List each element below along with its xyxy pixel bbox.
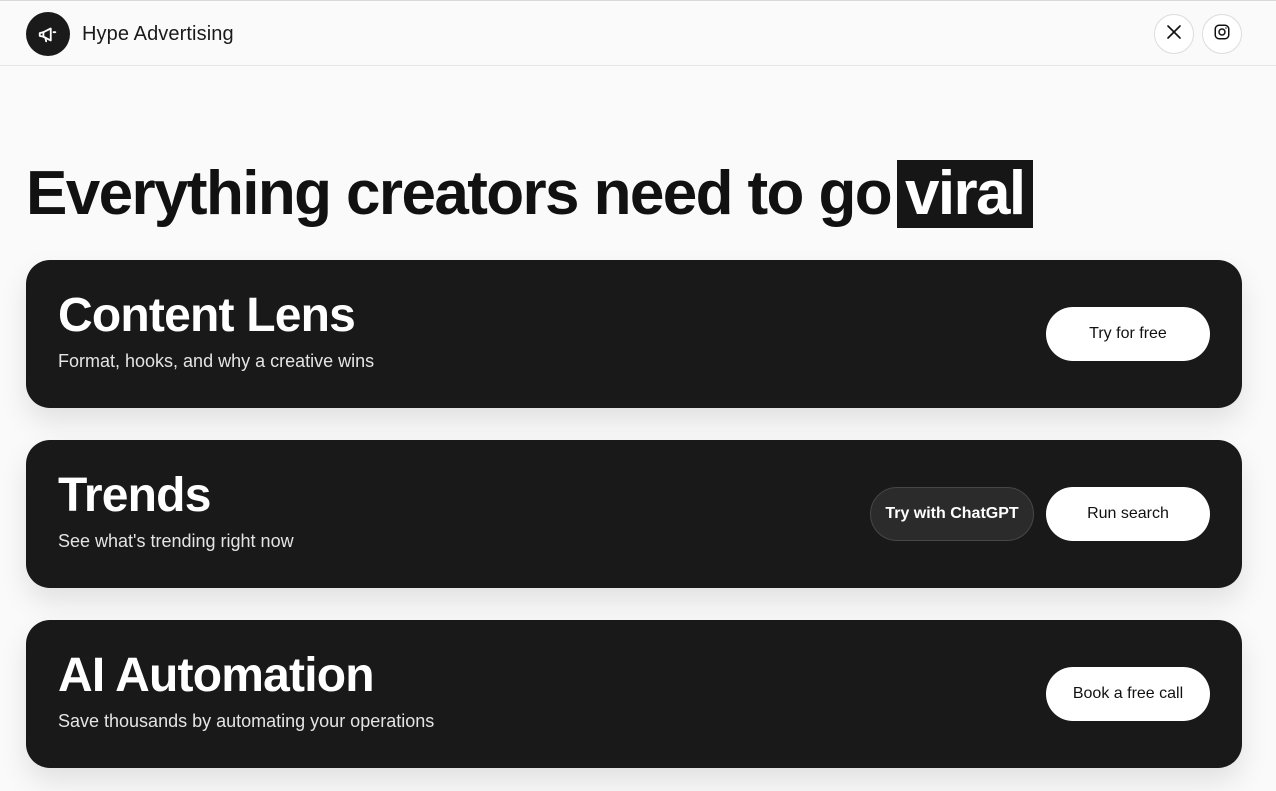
- hero-headline: Everything creators need to go viral: [26, 158, 1033, 230]
- run-search-button[interactable]: Run search: [1046, 487, 1210, 541]
- card-title: AI Automation: [58, 649, 375, 702]
- book-free-call-button[interactable]: Book a free call: [1046, 667, 1210, 721]
- top-navigation-bar: Hype Advertising: [0, 0, 1276, 66]
- x-icon: [1165, 23, 1183, 46]
- try-with-chatgpt-button[interactable]: Try with ChatGPT: [870, 487, 1034, 541]
- hero-highlight: viral: [897, 160, 1033, 228]
- card-title: Content Lens: [58, 289, 356, 342]
- brand-home-link[interactable]: Hype Advertising: [26, 12, 234, 56]
- card-trends: Trends See what's trending right now Try…: [26, 440, 1242, 588]
- megaphone-icon: [26, 12, 70, 56]
- card-title: Trends: [58, 469, 211, 522]
- x-social-button[interactable]: [1154, 14, 1194, 54]
- card-ai-automation: AI Automation Save thousands by automati…: [26, 620, 1242, 768]
- card-subtitle: Format, hooks, and why a creative wins: [58, 351, 375, 371]
- card-subtitle: See what's trending right now: [58, 531, 294, 551]
- card-content-lens: Content Lens Format, hooks, and why a cr…: [26, 260, 1242, 408]
- instagram-social-button[interactable]: [1202, 14, 1242, 54]
- instagram-icon: [1213, 23, 1231, 46]
- hero-headline-text: Everything creators need to go: [26, 159, 893, 228]
- try-for-free-button[interactable]: Try for free: [1046, 307, 1210, 361]
- brand-name: Hype Advertising: [82, 22, 234, 45]
- card-subtitle: Save thousands by automating your operat…: [58, 711, 435, 731]
